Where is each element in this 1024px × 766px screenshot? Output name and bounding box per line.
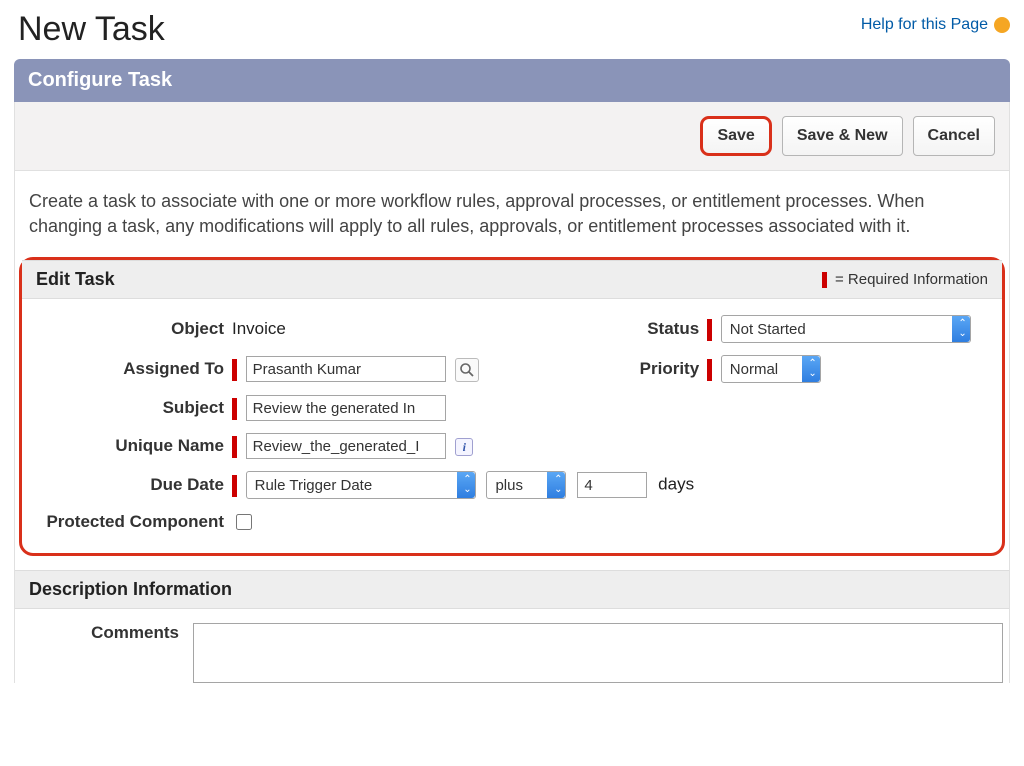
due-date-base-select[interactable]: Rule Trigger Date: [246, 471, 476, 499]
due-date-label: Due Date: [28, 465, 228, 505]
required-bar-icon: [232, 436, 237, 458]
help-link-text: Help for this Page: [861, 16, 988, 34]
assigned-to-label: Assigned To: [28, 349, 228, 389]
subject-input[interactable]: [246, 395, 446, 421]
unique-name-input[interactable]: [246, 433, 446, 459]
required-legend: = Required Information: [822, 271, 988, 288]
priority-select[interactable]: Normal: [721, 355, 821, 383]
due-date-days-input[interactable]: [577, 472, 647, 498]
required-mark-icon: [822, 272, 827, 288]
required-bar-icon: [232, 398, 237, 420]
status-label: Status: [503, 309, 703, 349]
edit-task-section: Edit Task = Required Information Object …: [19, 257, 1005, 556]
save-and-new-button[interactable]: Save & New: [782, 116, 903, 156]
subject-label: Subject: [28, 389, 228, 427]
due-date-operator-select[interactable]: plus: [486, 471, 566, 499]
cancel-button[interactable]: Cancel: [913, 116, 995, 156]
configure-task-bar: Configure Task: [14, 59, 1010, 102]
object-value: Invoice: [232, 319, 286, 338]
required-bar-icon: [707, 319, 712, 341]
page-title: New Task: [18, 10, 165, 49]
comments-label: Comments: [21, 623, 193, 683]
info-icon[interactable]: i: [455, 438, 473, 456]
protected-component-checkbox[interactable]: [236, 514, 252, 530]
status-select[interactable]: Not Started: [721, 315, 971, 343]
help-icon: [994, 17, 1010, 33]
comments-textarea[interactable]: [193, 623, 1003, 683]
save-button[interactable]: Save: [700, 116, 771, 156]
days-suffix: days: [658, 475, 694, 494]
object-label: Object: [28, 309, 228, 349]
action-button-row: Save Save & New Cancel: [14, 102, 1010, 171]
protected-component-label: Protected Component: [28, 505, 228, 539]
page-description: Create a task to associate with one or m…: [14, 171, 1010, 257]
help-link[interactable]: Help for this Page: [861, 16, 1010, 34]
required-bar-icon: [707, 359, 712, 381]
required-bar-icon: [232, 359, 237, 381]
required-bar-icon: [232, 475, 237, 497]
unique-name-label: Unique Name: [28, 427, 228, 465]
assigned-to-input[interactable]: [246, 356, 446, 382]
priority-label: Priority: [503, 349, 703, 389]
description-info-title: Description Information: [15, 570, 1009, 609]
lookup-icon[interactable]: [455, 358, 479, 382]
edit-task-title: Edit Task: [36, 269, 115, 290]
